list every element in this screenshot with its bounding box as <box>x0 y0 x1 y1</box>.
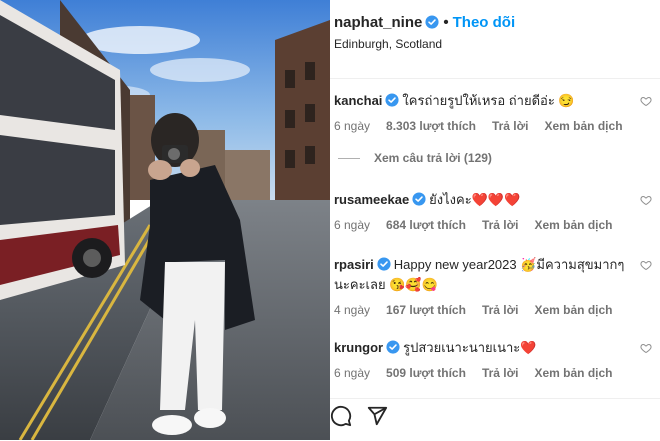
comment-body: rusameekae ยังไงคะ❤️❤️❤️ <box>334 190 656 210</box>
like-heart-icon[interactable] <box>640 259 652 271</box>
comment-age: 6 ngày <box>334 366 371 380</box>
post-author-username[interactable]: naphat_nine <box>334 14 422 31</box>
post-header: naphat_nine • Theo dõi Edinburgh, Scotland <box>330 0 660 79</box>
comment-meta: 6 ngày 684 lượt thích Trả lời Xem bản dị… <box>334 218 656 232</box>
street-photo-image <box>0 0 330 440</box>
comment-username[interactable]: krungor <box>334 340 383 355</box>
view-replies-label: Xem câu trả lời (129) <box>374 151 492 165</box>
translate-button[interactable]: Xem bản dịch <box>534 218 612 232</box>
comments-panel: naphat_nine • Theo dõi Edinburgh, Scotland… <box>330 0 660 440</box>
comment-likes[interactable]: 684 lượt thích <box>386 218 466 232</box>
comment-meta: 6 ngày 8.303 lượt thích Trả lời Xem bản … <box>334 119 656 133</box>
post-actions-bar <box>330 398 660 441</box>
like-heart-icon[interactable] <box>640 342 652 354</box>
separator-dot: • <box>443 14 449 31</box>
comment-age: 6 ngày <box>334 119 371 133</box>
comment-age: 6 ngày <box>334 218 371 232</box>
verified-badge-icon <box>377 257 391 271</box>
comment-age: 4 ngày <box>334 303 371 317</box>
reply-button[interactable]: Trả lời <box>482 366 519 380</box>
comment-body: krungor รูปสวยเนาะนายเนาะ❤️ <box>334 338 656 358</box>
comment-body: rpasiri Happy new year2023 🥳มีความสุขมากๆ… <box>334 255 656 295</box>
verified-badge-icon <box>386 340 400 354</box>
follow-button[interactable]: Theo dõi <box>453 14 516 31</box>
post-location[interactable]: Edinburgh, Scotland <box>334 37 442 51</box>
comment-meta: 4 ngày 167 lượt thích Trả lời Xem bản dị… <box>334 303 656 317</box>
view-replies-line <box>338 157 360 159</box>
comment-text: ยังไงคะ❤️❤️❤️ <box>429 192 521 207</box>
comment-likes[interactable]: 167 lượt thích <box>386 303 466 317</box>
like-heart-icon[interactable] <box>640 194 652 206</box>
verified-badge-icon <box>425 15 439 29</box>
comment-username[interactable]: rusameekae <box>334 192 409 207</box>
comment-text: ใครถ่ายรูปให้เหรอ ถ่ายดีอ่ะ 😏 <box>402 93 575 108</box>
translate-button[interactable]: Xem bản dịch <box>545 119 623 133</box>
comment-body: kanchai ใครถ่ายรูปให้เหรอ ถ่ายดีอ่ะ 😏 <box>334 91 656 111</box>
share-icon[interactable] <box>366 405 388 427</box>
comment-likes[interactable]: 509 lượt thích <box>386 366 466 380</box>
view-replies-button[interactable]: Xem câu trả lời (129) <box>338 151 492 165</box>
comment-meta: 6 ngày 509 lượt thích Trả lời Xem bản dị… <box>334 366 656 380</box>
post-author: naphat_nine • Theo dõi <box>334 14 515 31</box>
comment-icon[interactable] <box>330 405 352 427</box>
like-heart-icon[interactable] <box>640 95 652 107</box>
reply-button[interactable]: Trả lời <box>492 119 529 133</box>
comment-item: rusameekae ยังไงคะ❤️❤️❤️ 6 ngày 684 lượt … <box>334 190 656 232</box>
comment-username[interactable]: kanchai <box>334 93 382 108</box>
comment-text: รูปสวยเนาะนายเนาะ❤️ <box>403 340 537 355</box>
reply-button[interactable]: Trả lời <box>482 303 519 317</box>
post-photo <box>0 0 330 440</box>
translate-button[interactable]: Xem bản dịch <box>534 303 612 317</box>
verified-badge-icon <box>412 192 426 206</box>
comment-likes[interactable]: 8.303 lượt thích <box>386 119 476 133</box>
comment-item: krungor รูปสวยเนาะนายเนาะ❤️ 6 ngày 509 lư… <box>334 338 656 380</box>
comment-username[interactable]: rpasiri <box>334 257 374 272</box>
comment-item: kanchai ใครถ่ายรูปให้เหรอ ถ่ายดีอ่ะ 😏 6 n… <box>334 91 656 133</box>
translate-button[interactable]: Xem bản dịch <box>534 366 612 380</box>
verified-badge-icon <box>385 93 399 107</box>
reply-button[interactable]: Trả lời <box>482 218 519 232</box>
comment-item: rpasiri Happy new year2023 🥳มีความสุขมากๆ… <box>334 255 656 317</box>
